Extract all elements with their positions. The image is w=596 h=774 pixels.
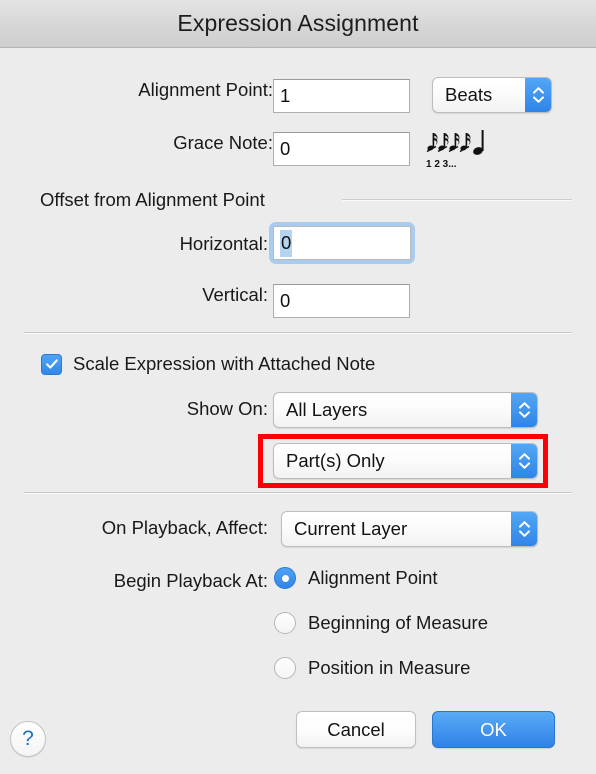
begin-playback-label-row: Begin Playback At:	[66, 570, 268, 592]
show-on-select[interactable]: All Layers	[273, 392, 538, 428]
chevron-down-icon	[518, 530, 530, 537]
horizontal-offset-row: Horizontal:	[86, 233, 268, 255]
radio-label-beginning-of-measure: Beginning of Measure	[308, 612, 488, 633]
vertical-offset-value: 0	[280, 290, 291, 311]
alignment-point-row: Alignment Point:	[86, 79, 273, 101]
stepper-arrows-icon[interactable]	[525, 78, 551, 112]
svg-text:1 2 3...: 1 2 3...	[426, 159, 457, 170]
show-on-value: All Layers	[286, 399, 368, 420]
stepper-arrows-icon[interactable]	[511, 512, 537, 546]
begin-playback-option-alignment-point[interactable]: Alignment Point	[274, 567, 438, 589]
horizontal-offset-input[interactable]: 0	[273, 226, 411, 260]
playback-affect-label: On Playback, Affect:	[101, 517, 268, 538]
alignment-point-label: Alignment Point:	[138, 79, 273, 100]
vertical-offset-label: Vertical:	[202, 284, 268, 305]
begin-playback-label: Begin Playback At:	[113, 570, 268, 591]
begin-playback-option-beginning-of-measure[interactable]: Beginning of Measure	[274, 612, 488, 634]
radio-position-in-measure[interactable]	[274, 657, 296, 679]
section-separator-2	[24, 492, 572, 494]
chevron-up-icon	[518, 402, 530, 409]
horizontal-offset-focus-ring: 0	[269, 222, 415, 264]
chevron-down-icon	[518, 411, 530, 418]
stepper-arrows-icon[interactable]	[511, 444, 537, 478]
ok-button-label: OK	[480, 718, 507, 740]
score-parts-select[interactable]: Part(s) Only	[273, 443, 538, 479]
show-on-row: Show On:	[86, 398, 268, 420]
help-question-mark-icon: ?	[22, 727, 34, 750]
dialog-titlebar: Expression Assignment	[0, 0, 596, 48]
grace-note-value: 0	[280, 138, 291, 159]
show-on-label: Show On:	[186, 398, 268, 419]
scale-expression-checkbox[interactable]	[41, 353, 62, 375]
radio-label-position-in-measure: Position in Measure	[308, 657, 471, 678]
playback-affect-row: On Playback, Affect:	[41, 517, 268, 539]
scale-expression-checkbox-row[interactable]: Scale Expression with Attached Note	[41, 353, 375, 375]
playback-affect-value: Current Layer	[294, 518, 408, 539]
help-button[interactable]: ?	[10, 721, 46, 757]
expression-assignment-dialog: Expression Assignment Alignment Point: 1…	[0, 0, 596, 774]
grace-note-row: Grace Note:	[86, 132, 273, 154]
dialog-title: Expression Assignment	[177, 10, 419, 36]
cancel-button-label: Cancel	[327, 718, 385, 740]
offset-group-rule	[342, 199, 572, 201]
grace-note-input[interactable]: 0	[273, 132, 410, 166]
stepper-arrows-icon[interactable]	[511, 393, 537, 427]
ok-button[interactable]: OK	[432, 711, 555, 748]
radio-beginning-of-measure[interactable]	[274, 612, 296, 634]
playback-affect-select[interactable]: Current Layer	[281, 511, 538, 547]
alignment-unit-value: Beats	[445, 84, 493, 105]
radio-dot-icon	[281, 574, 289, 582]
begin-playback-option-position-in-measure[interactable]: Position in Measure	[274, 657, 470, 679]
alignment-unit-select[interactable]: Beats	[432, 77, 552, 113]
cancel-button[interactable]: Cancel	[296, 711, 416, 748]
offset-group-title: Offset from Alignment Point	[40, 189, 265, 210]
grace-note-glyph-icon: 1 2 3...	[426, 128, 490, 170]
checkmark-icon	[45, 359, 58, 369]
vertical-offset-row: Vertical:	[86, 284, 268, 306]
score-parts-value: Part(s) Only	[286, 450, 385, 471]
vertical-offset-input[interactable]: 0	[273, 284, 410, 318]
radio-alignment-point[interactable]	[274, 567, 296, 589]
grace-note-label: Grace Note:	[173, 132, 273, 153]
scale-expression-label: Scale Expression with Attached Note	[73, 353, 376, 374]
alignment-point-value: 1	[280, 85, 291, 106]
section-separator-1	[24, 332, 572, 334]
horizontal-offset-value: 0	[280, 229, 293, 257]
chevron-up-icon	[532, 87, 544, 94]
chevron-up-icon	[518, 521, 530, 528]
radio-label-alignment-point: Alignment Point	[308, 567, 438, 588]
horizontal-offset-label: Horizontal:	[179, 233, 268, 254]
alignment-point-input[interactable]: 1	[273, 79, 410, 113]
chevron-up-icon	[518, 453, 530, 460]
chevron-down-icon	[532, 96, 544, 103]
chevron-down-icon	[518, 462, 530, 469]
